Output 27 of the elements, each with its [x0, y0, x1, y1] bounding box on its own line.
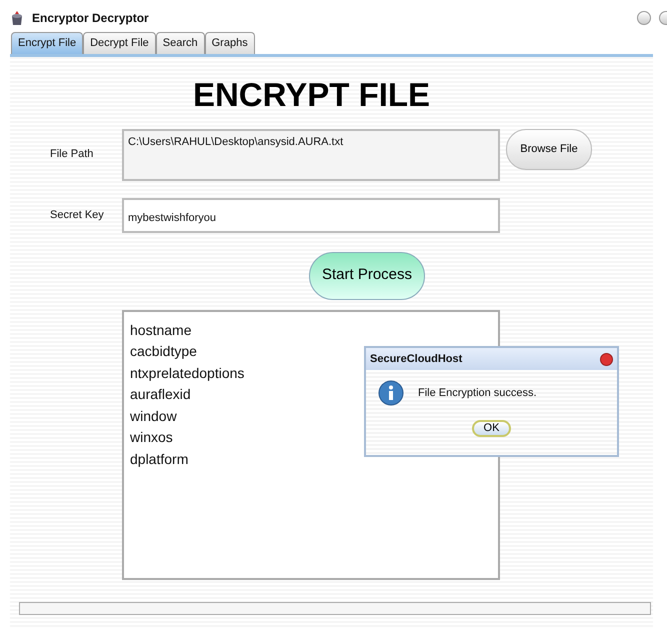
field-label: File Path: [49, 147, 94, 162]
output-line: cacbidtype: [130, 342, 197, 361]
output-line: dplatform: [130, 450, 188, 469]
app-icon: [10, 10, 24, 26]
window-button[interactable]: [659, 11, 667, 25]
window-title: Encryptor Decryptor: [32, 10, 149, 27]
output-line: hostname: [130, 320, 192, 340]
close-icon[interactable]: [600, 352, 613, 366]
dialog-message: File Encryption success.: [418, 386, 537, 401]
output-line: winxos: [130, 428, 173, 447]
ok-button[interactable]: OK: [472, 420, 512, 437]
output-line: window: [130, 406, 177, 426]
output-line: auraflexid: [130, 385, 191, 404]
dialog-title: SecureCloudHost: [370, 352, 462, 367]
file-path-field[interactable]: C:\Users\RAHUL\Desktop\ansysid.AURA.txt: [122, 128, 500, 180]
info-icon: [378, 380, 404, 406]
tab[interactable]: Decrypt File: [83, 32, 156, 54]
window-button[interactable]: [637, 11, 651, 25]
browse-button[interactable]: Browse File: [506, 128, 592, 170]
start-process-button[interactable]: Start Process: [309, 252, 425, 300]
tab[interactable]: Encrypt File: [11, 32, 84, 54]
tab[interactable]: Search: [156, 32, 205, 54]
field-label: Secret Key: [49, 208, 105, 223]
output-line: ntxprelatedoptions: [130, 364, 244, 383]
secret-key-field[interactable]: mybestwishforyou: [122, 198, 500, 232]
page-heading: ENCRYPT FILE: [192, 74, 432, 114]
tab[interactable]: Graphs: [204, 32, 255, 54]
